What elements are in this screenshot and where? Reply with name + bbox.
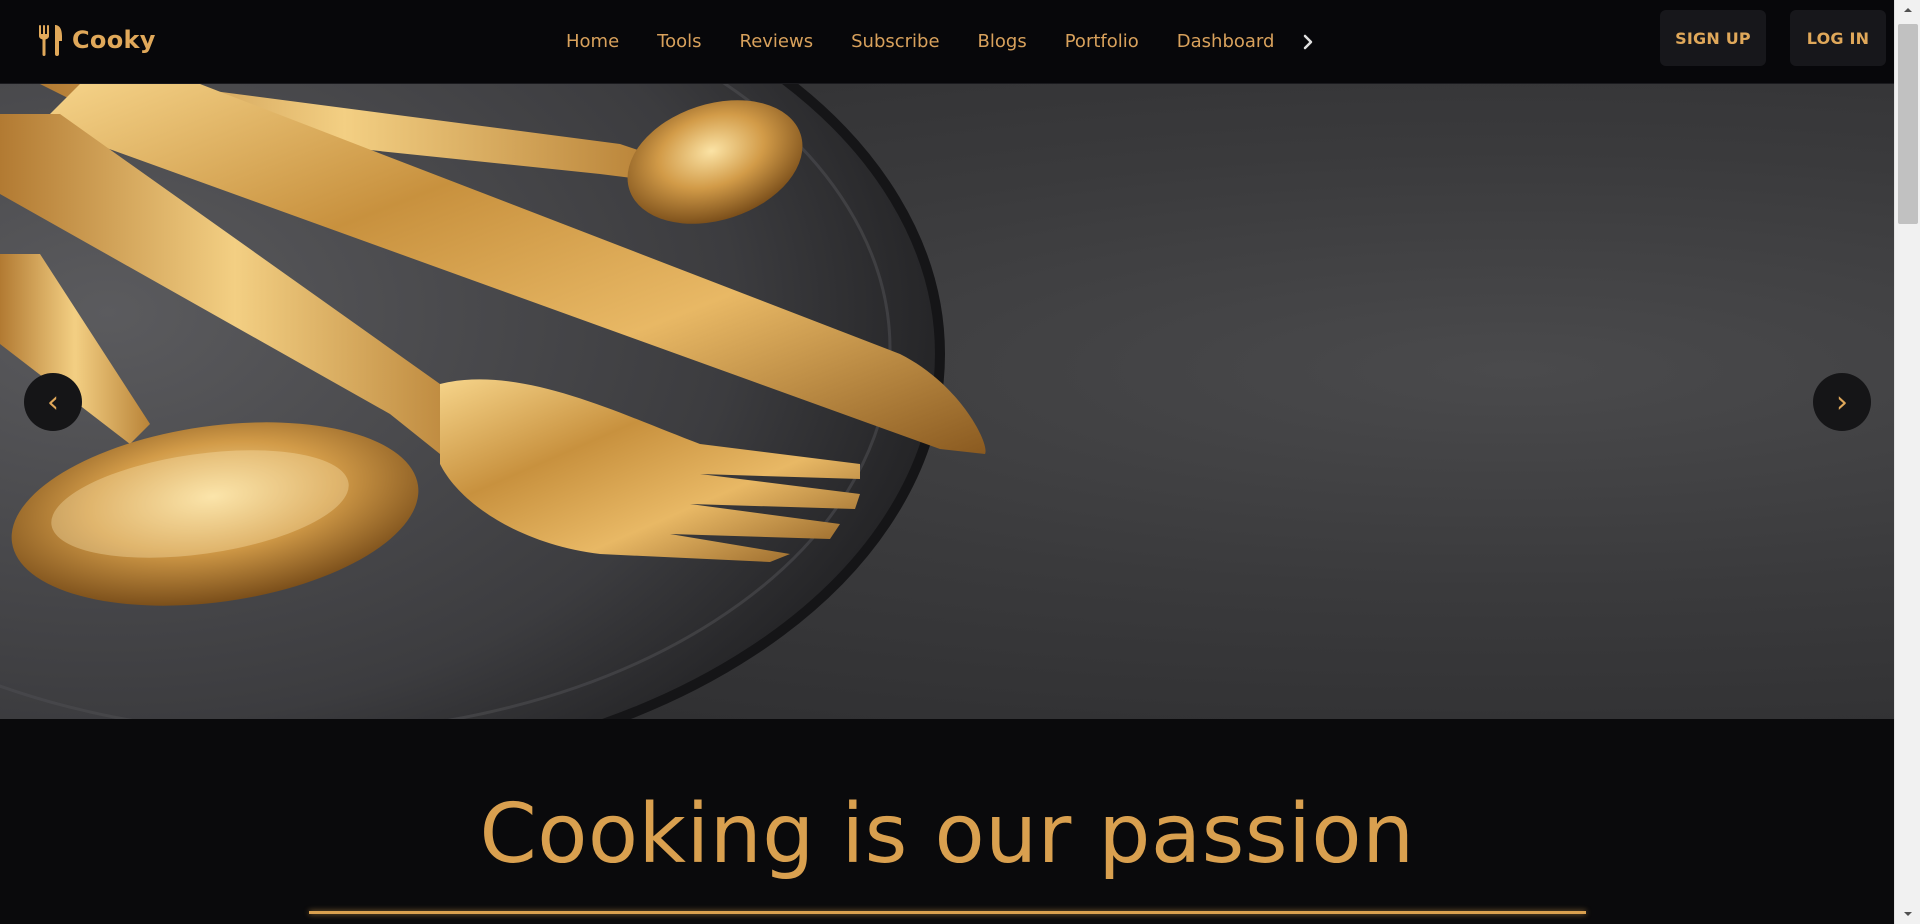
intro-section: Cooking is our passion [0, 719, 1894, 924]
log-in-button[interactable]: LOG IN [1790, 10, 1886, 66]
site-header: Cooky Home Tools Reviews Subscribe Blogs… [0, 0, 1894, 84]
nav-link-dashboard[interactable]: Dashboard [1177, 22, 1275, 62]
scroll-up-arrow-icon[interactable] [1895, 0, 1920, 20]
nav-link-blogs[interactable]: Blogs [978, 22, 1027, 62]
brand-name: Cooky [72, 26, 156, 54]
intro-divider [309, 911, 1586, 914]
fork-knife-icon [39, 25, 62, 56]
page: Cooky Home Tools Reviews Subscribe Blogs… [0, 0, 1894, 924]
nav-link-tools[interactable]: Tools [657, 22, 701, 62]
intro-title: Cooking is our passion [479, 787, 1415, 882]
hero-carousel: ‹ › [0, 84, 1894, 719]
nav-link-subscribe[interactable]: Subscribe [851, 22, 939, 62]
main-nav: Home Tools Reviews Subscribe Blogs Portf… [566, 22, 1318, 62]
chevron-right-icon [1304, 34, 1313, 50]
carousel-prev-button[interactable]: ‹ [24, 373, 82, 431]
nav-link-portfolio[interactable]: Portfolio [1065, 22, 1139, 62]
carousel-next-button[interactable]: › [1813, 373, 1871, 431]
nav-more-chevron-right-icon[interactable] [1298, 22, 1318, 62]
scroll-down-arrow-icon[interactable] [1895, 904, 1920, 924]
brand-logo[interactable]: Cooky [38, 20, 156, 60]
nav-link-reviews[interactable]: Reviews [740, 22, 814, 62]
hero-image-golden-cutlery [0, 84, 986, 719]
scrollbar-thumb[interactable] [1898, 24, 1918, 224]
nav-link-home[interactable]: Home [566, 22, 619, 62]
sign-up-button[interactable]: SIGN UP [1660, 10, 1766, 66]
page-scrollbar[interactable] [1894, 0, 1920, 924]
